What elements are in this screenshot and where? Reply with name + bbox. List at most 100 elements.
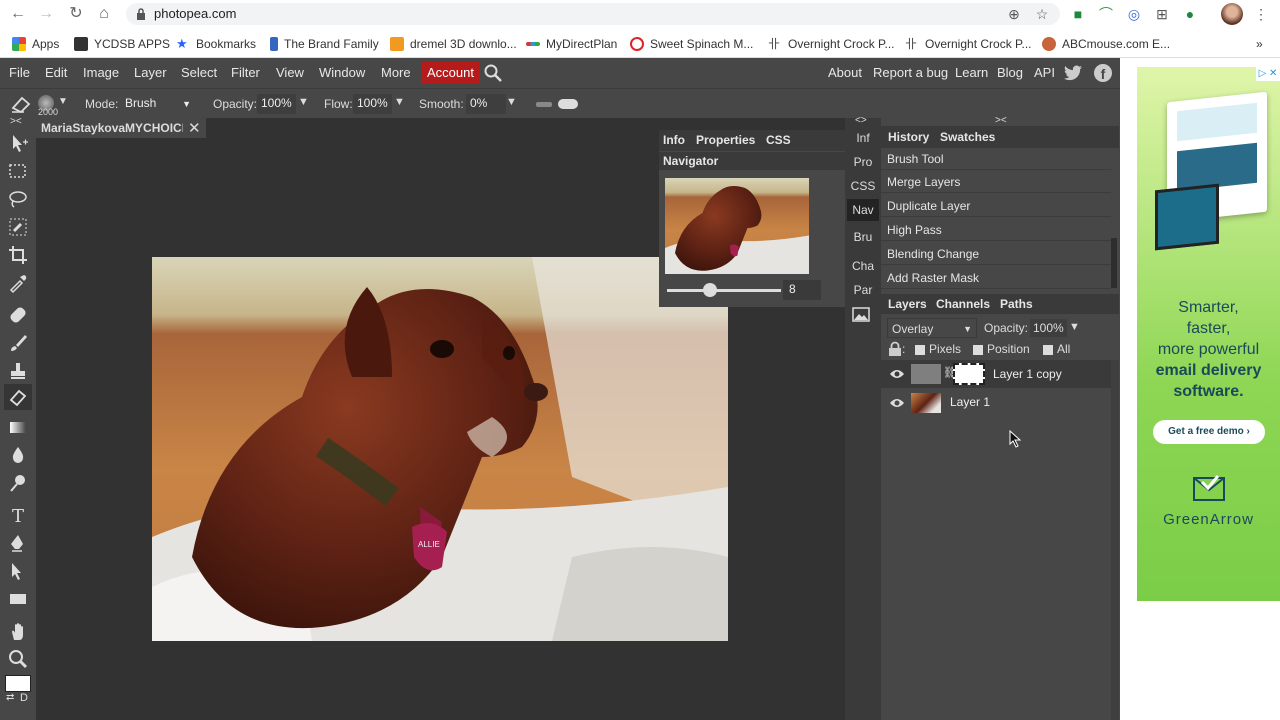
add-icon[interactable]: ⊕ xyxy=(1005,5,1023,23)
menu-window[interactable]: Window xyxy=(319,58,365,88)
menu-view[interactable]: View xyxy=(276,58,304,88)
gradient-tool-icon[interactable] xyxy=(6,416,30,438)
reload-icon[interactable]: ↻ xyxy=(66,4,86,24)
menu-report-bug[interactable]: Report a bug xyxy=(873,58,948,88)
smooth-input[interactable]: 0% xyxy=(466,94,506,114)
tab-swatches[interactable]: Swatches xyxy=(940,130,995,144)
menu-blog[interactable]: Blog xyxy=(997,58,1023,88)
address-bar[interactable]: photopea.com xyxy=(126,3,1060,25)
tab-history[interactable]: History xyxy=(888,130,929,144)
eyedropper-tool-icon[interactable] xyxy=(6,272,30,294)
history-item[interactable]: Add Raster Mask xyxy=(881,267,1111,289)
brush-tool-icon[interactable] xyxy=(6,332,30,354)
layer-row-layer-1-copy[interactable]: ⛓ Layer 1 copy xyxy=(881,360,1111,388)
history-scrollbar[interactable] xyxy=(1111,238,1117,288)
profile-extension-icon[interactable]: ● xyxy=(1181,5,1199,23)
back-icon[interactable]: ← xyxy=(8,4,28,24)
lasso-tool-icon[interactable] xyxy=(6,188,30,210)
menu-select[interactable]: Select xyxy=(181,58,217,88)
path-select-tool-icon[interactable] xyxy=(6,560,30,582)
menu-filter[interactable]: Filter xyxy=(231,58,260,88)
tab-layers[interactable]: Layers xyxy=(888,297,927,311)
bookmark-item[interactable]: ABCmouse.com E... xyxy=(1042,36,1170,52)
menu-layer[interactable]: Layer xyxy=(134,58,167,88)
layers-scrollbar[interactable] xyxy=(1111,360,1119,720)
strip-character[interactable]: Cha xyxy=(845,255,881,277)
menu-file[interactable]: File xyxy=(9,58,30,88)
history-item[interactable]: Merge Layers xyxy=(881,171,1111,193)
tab-css[interactable]: CSS xyxy=(766,133,791,147)
zoom-slider-track[interactable] xyxy=(667,289,781,292)
collapse-panel-icon[interactable]: >< xyxy=(995,115,1007,126)
eraser-tool-icon[interactable] xyxy=(10,94,34,114)
default-colors-icon[interactable]: D xyxy=(20,692,28,704)
menu-image[interactable]: Image xyxy=(83,58,119,88)
strip-brush[interactable]: Bru xyxy=(845,226,881,248)
facebook-icon[interactable]: f xyxy=(1094,64,1112,82)
forward-icon[interactable]: → xyxy=(36,4,56,24)
history-item[interactable]: Duplicate Layer xyxy=(881,195,1111,217)
bookmark-item[interactable]: The Brand Family xyxy=(270,36,379,52)
layer-name[interactable]: Layer 1 copy xyxy=(993,367,1062,381)
pressure-opacity-icon[interactable] xyxy=(536,102,552,107)
crop-tool-icon[interactable] xyxy=(6,244,30,266)
layer-mask-thumbnail[interactable] xyxy=(953,363,985,385)
menu-learn[interactable]: Learn xyxy=(955,58,988,88)
zoom-tool-icon[interactable] xyxy=(6,648,30,670)
bookmark-item[interactable]: dremel 3D downlo... xyxy=(390,36,517,52)
quick-select-tool-icon[interactable] xyxy=(6,216,30,238)
foreground-color-swatch[interactable] xyxy=(5,675,31,692)
rectangle-tool-icon[interactable] xyxy=(6,588,30,610)
strip-paragraph[interactable]: Par xyxy=(845,279,881,301)
navigator-thumbnail[interactable] xyxy=(665,178,809,274)
chevron-down-icon[interactable]: ▼ xyxy=(506,96,517,108)
lock-pixels-checkbox[interactable] xyxy=(915,345,925,355)
image-icon[interactable] xyxy=(852,307,870,322)
bookmark-item[interactable]: MyDirectPlan xyxy=(526,36,617,52)
eye-icon[interactable] xyxy=(889,368,905,380)
close-icon[interactable]: ✕ xyxy=(188,119,201,137)
blend-mode-select[interactable]: Overlay ▼ xyxy=(887,318,977,338)
zoom-input[interactable]: 8 xyxy=(783,280,821,300)
navigator-title-bar[interactable]: Navigator xyxy=(659,152,845,170)
bookmark-item[interactable]: ★ Bookmarks xyxy=(176,36,256,52)
flow-input[interactable]: 100% xyxy=(353,94,392,114)
clone-stamp-tool-icon[interactable] xyxy=(6,360,30,382)
strip-css[interactable]: CSS xyxy=(845,175,881,197)
ad-choices-icon[interactable]: ▷ ✕ xyxy=(1256,67,1280,81)
layer-opacity-input[interactable]: 100% xyxy=(1030,319,1067,337)
zoom-slider-handle[interactable] xyxy=(703,283,717,297)
expand-panels-icon[interactable]: <> xyxy=(855,115,867,126)
tab-properties[interactable]: Properties xyxy=(696,133,755,147)
strip-properties[interactable]: Pro xyxy=(845,151,881,173)
chevron-down-icon[interactable]: ▼ xyxy=(394,96,405,108)
move-tool-icon[interactable] xyxy=(6,132,30,154)
bookmark-item[interactable]: 卝 Overnight Crock P... xyxy=(905,36,1032,52)
ad-cta-button[interactable]: Get a free demo › xyxy=(1153,420,1265,444)
avatar[interactable] xyxy=(1221,3,1243,25)
document-tab[interactable]: MariaStaykovaMYCHOICE ✕ xyxy=(36,118,206,138)
dodge-tool-icon[interactable] xyxy=(6,472,30,494)
lock-position-checkbox[interactable] xyxy=(973,345,983,355)
tab-paths[interactable]: Paths xyxy=(1000,297,1033,311)
opacity-input[interactable]: 100% xyxy=(257,94,296,114)
strip-info[interactable]: Inf xyxy=(845,127,881,149)
healing-brush-tool-icon[interactable] xyxy=(6,304,30,326)
extension-icon[interactable]: ⊞ xyxy=(1153,5,1171,23)
type-tool-icon[interactable]: T xyxy=(6,504,30,526)
search-icon[interactable] xyxy=(483,64,503,82)
mode-select[interactable]: Brush ▼ xyxy=(121,94,197,114)
extension-icon[interactable]: ◎ xyxy=(1125,5,1143,23)
twitter-icon[interactable] xyxy=(1064,65,1082,81)
bookmark-item[interactable]: Sweet Spinach M... xyxy=(630,36,753,52)
collapse-toolbar-icon[interactable]: >< xyxy=(10,116,22,127)
hand-tool-icon[interactable] xyxy=(6,620,30,642)
pressure-size-icon[interactable] xyxy=(558,99,578,109)
history-item[interactable]: Brush Tool xyxy=(881,148,1111,170)
lock-all-checkbox[interactable] xyxy=(1043,345,1053,355)
marquee-tool-icon[interactable] xyxy=(6,160,30,182)
advertisement[interactable]: ▷ ✕ Smarter, faster, more powerful email… xyxy=(1137,67,1280,601)
extension-icon[interactable]: ■ xyxy=(1069,5,1087,23)
menu-more[interactable]: More xyxy=(381,58,411,88)
menu-about[interactable]: About xyxy=(828,58,862,88)
